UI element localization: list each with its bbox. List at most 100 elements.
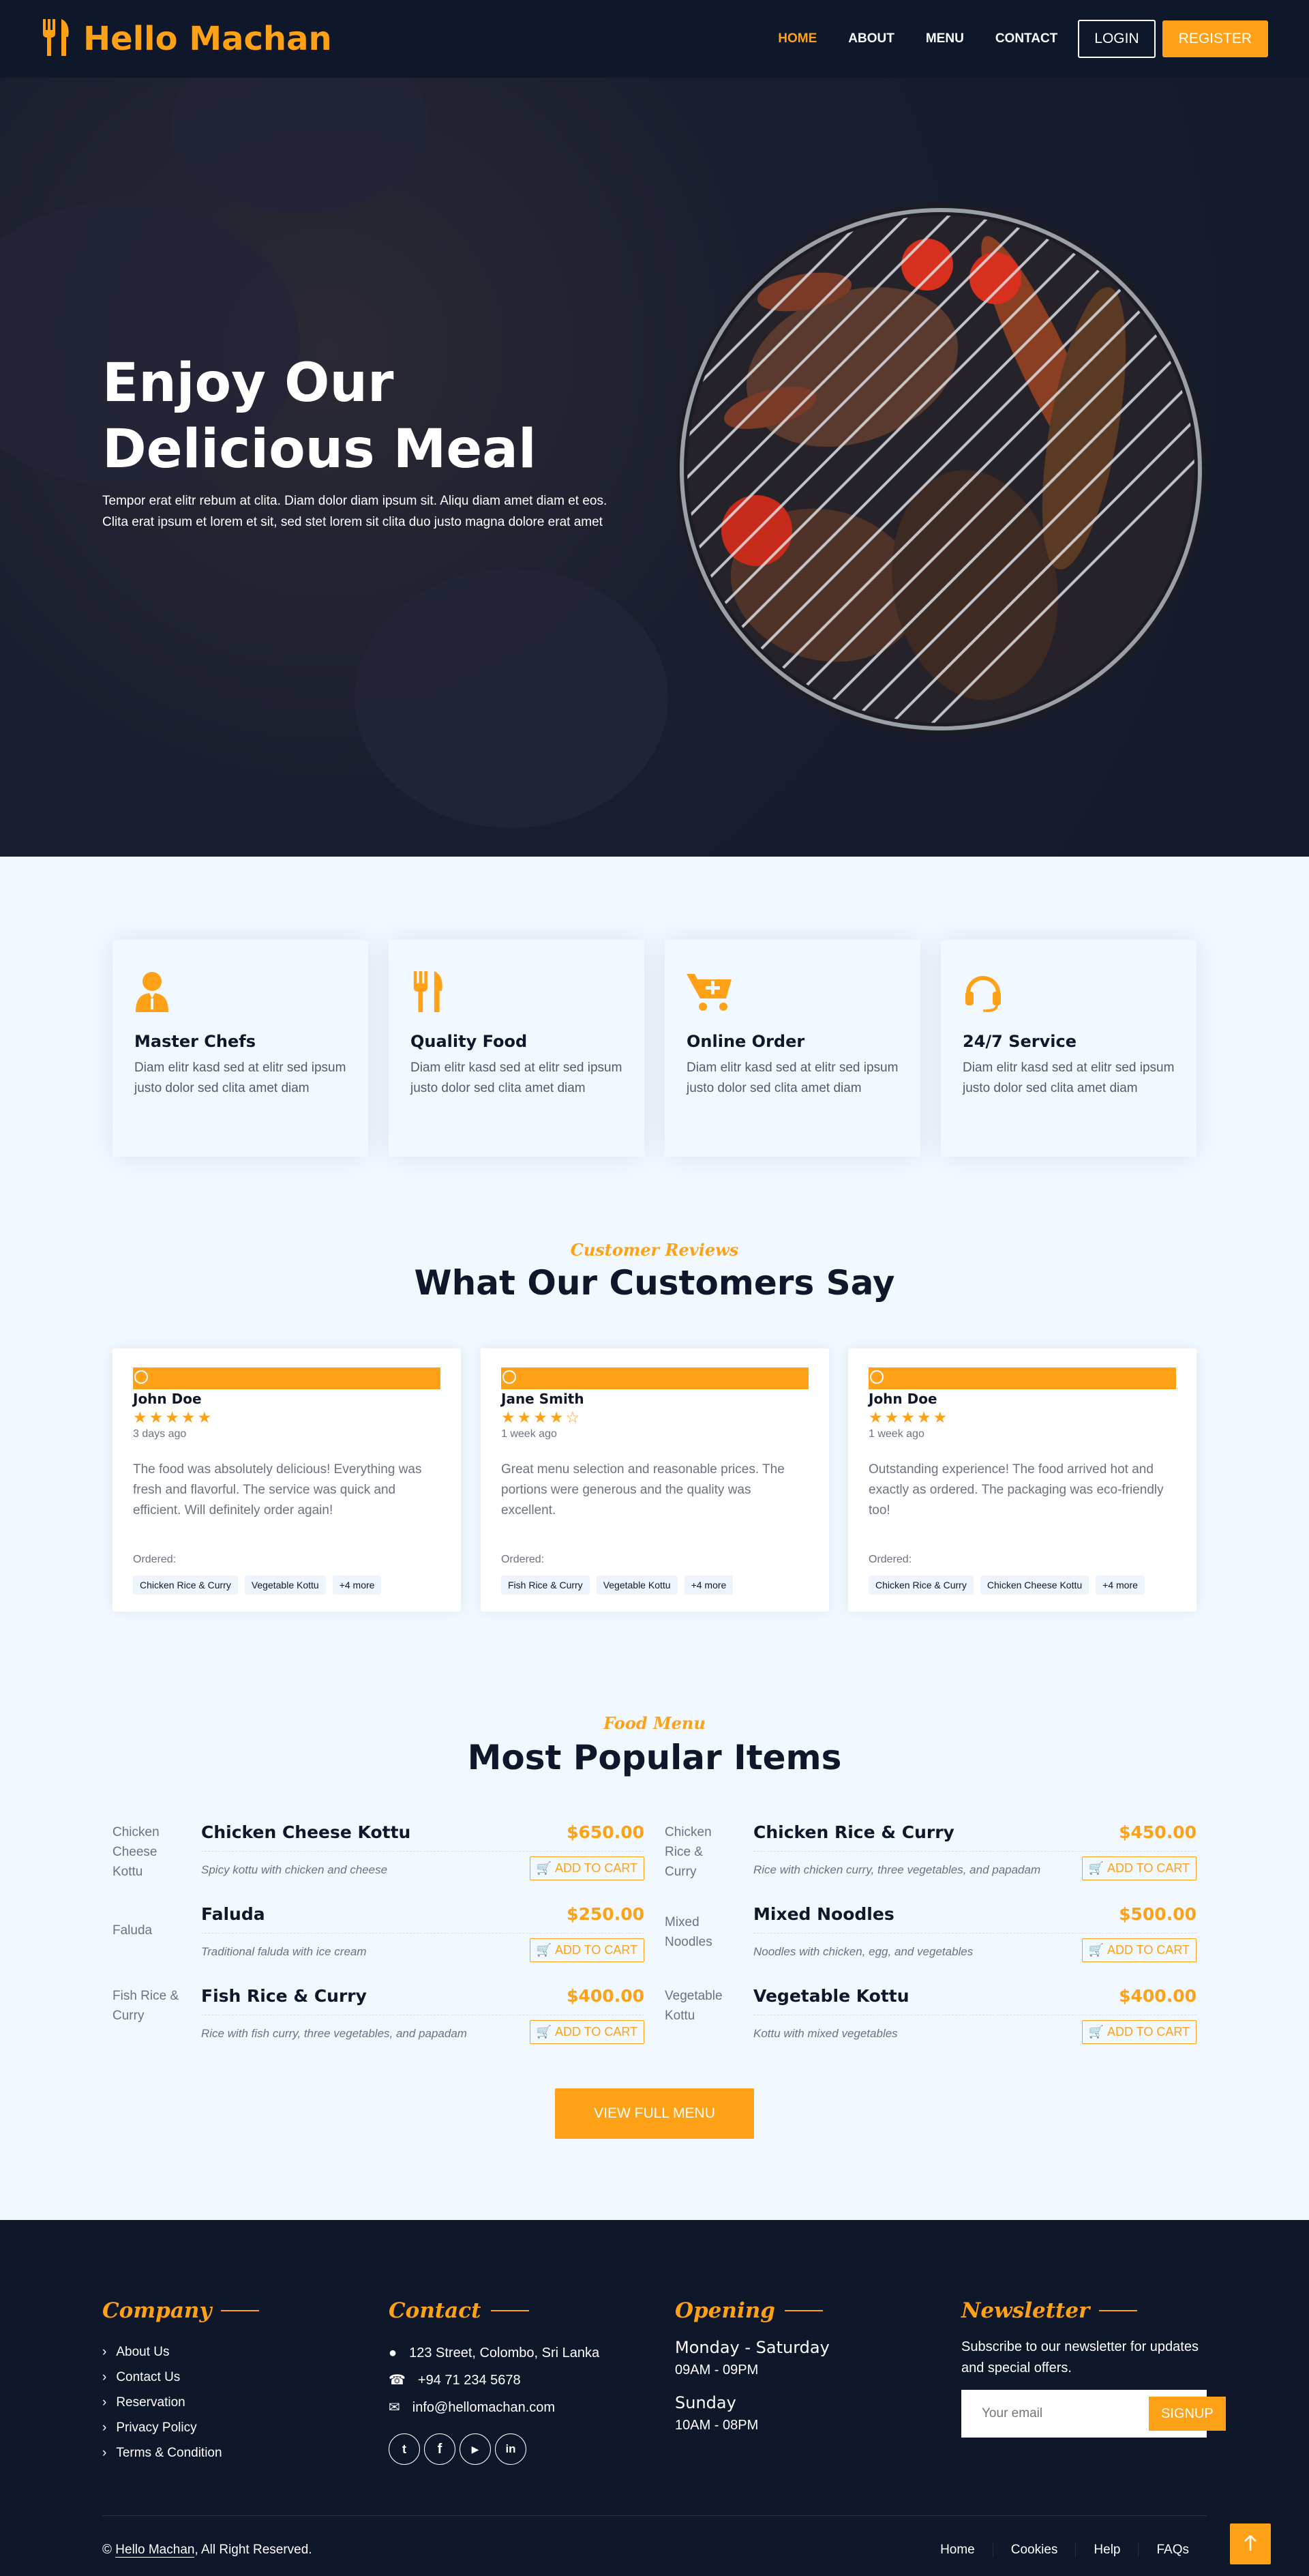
ordered-label: Ordered: (869, 1554, 912, 1565)
nav-contact[interactable]: Contact (995, 31, 1057, 46)
footer-link-contact[interactable]: › Contact Us (102, 2365, 259, 2390)
menu-item-price: $400.00 (567, 1986, 644, 2006)
footer-heading: Company (102, 2298, 260, 2323)
cart-icon: 🛒 (536, 1943, 552, 1957)
service-card: 24/7 Service Diam elitr kasd sed at elit… (941, 940, 1197, 1157)
ordered-tag: Chicken Cheese Kottu (980, 1575, 1089, 1595)
add-to-cart-button[interactable]: 🛒 ADD TO CART (1081, 1856, 1197, 1880)
footer-link-reservation[interactable]: › Reservation (102, 2390, 259, 2415)
facebook-button[interactable]: f (424, 2433, 455, 2465)
footer-link-terms[interactable]: › Terms & Condition (102, 2440, 259, 2466)
login-button[interactable]: LOGIN (1078, 20, 1156, 58)
menu-item-price: $650.00 (567, 1822, 644, 1842)
hero-title: Enjoy Our Delicious Meal (102, 353, 537, 480)
review-date: 1 week ago (869, 1428, 924, 1440)
review-card: John Doe ★★★★★ 1 week ago Outstanding ex… (848, 1348, 1197, 1612)
avatar (502, 1370, 516, 1384)
bottom-link-help[interactable]: Help (1075, 2543, 1138, 2558)
address-text: 123 Street, Colombo, Sri Lanka (409, 2345, 600, 2360)
twitter-icon: t (402, 2442, 406, 2456)
hero-bg-shape (170, 78, 430, 214)
reviewer-photo-placeholder (501, 1367, 809, 1389)
utensils-icon (41, 18, 71, 59)
youtube-button[interactable]: ▶ (460, 2433, 491, 2465)
back-to-top-button[interactable] (1230, 2523, 1271, 2564)
brand-title: Hello Machan (83, 20, 332, 58)
brand[interactable]: Hello Machan (41, 18, 332, 59)
divider (201, 1851, 644, 1852)
hero-section: Enjoy Our Delicious Meal Tempor erat eli… (0, 78, 1309, 857)
add-to-cart-button[interactable]: 🛒 ADD TO CART (529, 1938, 644, 1962)
phone-text: +94 71 234 5678 (417, 2373, 521, 2388)
copyright-symbol: © (102, 2543, 112, 2557)
nav-menu[interactable]: Menu (926, 31, 964, 46)
hero-bg-shape (355, 569, 668, 828)
service-card: Quality Food Diam elitr kasd sed at elit… (389, 940, 644, 1157)
footer-link-label: Reservation (116, 2395, 185, 2410)
menu-item-price: $450.00 (1119, 1822, 1197, 1842)
add-to-cart-button[interactable]: 🛒 ADD TO CART (529, 1856, 644, 1880)
newsletter-form: SIGNUP (961, 2390, 1226, 2438)
service-title: 24/7 Service (963, 1032, 1077, 1051)
envelope-icon: ✉ (389, 2400, 400, 2415)
footer-company: Company › About Us › Contact Us › Reservati… (102, 2298, 260, 2466)
footer-bottom-links: Home Cookies Help FAQs (922, 2543, 1207, 2558)
reviewer-photo-placeholder (133, 1367, 440, 1389)
ordered-tag: +4 more (684, 1575, 734, 1595)
nav-about[interactable]: About (848, 31, 894, 46)
reviewer-name: John Doe (133, 1391, 202, 1407)
bottom-link-cookies[interactable]: Cookies (992, 2543, 1076, 2558)
navbar: Hello Machan Home About Menu Contact LOG… (0, 0, 1309, 78)
cart-icon: 🛒 (536, 2025, 552, 2039)
linkedin-button[interactable]: in (495, 2433, 526, 2465)
register-button[interactable]: REGISTER (1162, 20, 1268, 57)
menu-item-name: Chicken Rice & Curry (753, 1822, 954, 1842)
menu-item: Chicken Rice & Curry Chicken Rice & Curr… (665, 1822, 1197, 1884)
ordered-tag: Vegetable Kottu (244, 1575, 326, 1595)
phone-icon: ☎ (389, 2373, 406, 2388)
copyright-brand-link[interactable]: Hello Machan (115, 2543, 195, 2558)
twitter-button[interactable]: t (389, 2433, 420, 2465)
review-date: 1 week ago (501, 1428, 557, 1440)
menu-item-name: Vegetable Kottu (753, 1986, 909, 2006)
footer-link-about[interactable]: › About Us (102, 2339, 259, 2365)
signup-button[interactable]: SIGNUP (1149, 2397, 1226, 2431)
menu-item: Chicken Cheese Kottu Chicken Cheese Kott… (112, 1822, 644, 1884)
chevron-right-icon: › (102, 2395, 107, 2410)
map-marker-icon: ● (389, 2345, 397, 2360)
cart-icon: 🛒 (1088, 1861, 1104, 1875)
view-full-menu-button[interactable]: VIEW FULL MENU (555, 2088, 754, 2139)
nav-home[interactable]: Home (778, 31, 817, 46)
footer-newsletter: Newsletter Subscribe to our newsletter f… (961, 2298, 1226, 2438)
newsletter-email-input[interactable] (968, 2406, 1149, 2421)
reviewer-name: Jane Smith (501, 1391, 584, 1407)
cart-icon: 🛒 (1088, 1943, 1104, 1957)
bottom-link-faqs[interactable]: FAQs (1138, 2543, 1207, 2558)
heading-line (1099, 2310, 1138, 2311)
chevron-right-icon: › (102, 2446, 107, 2460)
footer-heading-label: Company (102, 2298, 212, 2323)
footer-link-privacy[interactable]: › Privacy Policy (102, 2415, 259, 2440)
menu-item-desc: Traditional faluda with ice cream (201, 1945, 367, 1958)
footer-heading-label: Opening (675, 2298, 775, 2323)
heading-line (784, 2310, 823, 2311)
menu-title: Most Popular Items (467, 1738, 842, 1777)
menu-item-desc: Noodles with chicken, egg, and vegetable… (753, 1945, 974, 1958)
service-text: Diam elitr kasd sed at elitr sed ipsum j… (410, 1061, 622, 1095)
add-to-cart-button[interactable]: 🛒 ADD TO CART (1081, 2020, 1197, 2044)
add-to-cart-label: ADD TO CART (554, 1861, 637, 1875)
bottom-link-home[interactable]: Home (922, 2543, 993, 2558)
ordered-tags: Chicken Rice & Curry Vegetable Kottu +4 … (133, 1575, 440, 1595)
youtube-icon: ▶ (471, 2443, 479, 2455)
cart-icon: 🛒 (1088, 2025, 1104, 2039)
add-to-cart-label: ADD TO CART (554, 1943, 637, 1957)
add-to-cart-button[interactable]: 🛒 ADD TO CART (529, 2020, 644, 2044)
menu-item-image: Chicken Rice & Curry (665, 1825, 712, 1879)
review-card: John Doe ★★★★★ 3 days ago The food was a… (112, 1348, 461, 1612)
reviewer-name: John Doe (869, 1391, 937, 1407)
menu-subtitle: Food Menu (603, 1713, 706, 1733)
ordered-tag: Vegetable Kottu (596, 1575, 678, 1595)
add-to-cart-button[interactable]: 🛒 ADD TO CART (1081, 1938, 1197, 1962)
review-card: Jane Smith ★★★★☆ 1 week ago Great menu s… (481, 1348, 829, 1612)
menu-item: Mixed Noodles Mixed Noodles $500.00 Nood… (665, 1904, 1197, 1966)
